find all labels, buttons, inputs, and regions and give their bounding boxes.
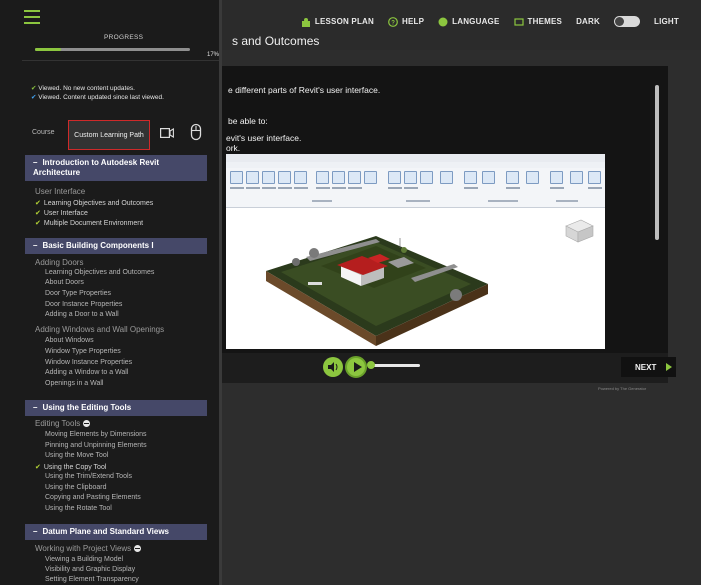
revit-screenshot — [226, 154, 605, 349]
lesson-item[interactable]: Openings in a Wall — [45, 380, 104, 387]
volume-button[interactable] — [323, 357, 343, 377]
lesson-item[interactable]: Visibility and Graphic Display — [45, 566, 135, 573]
seek-bar[interactable] — [370, 364, 420, 367]
content-text-line3: evit's user interface. — [226, 133, 302, 143]
theme-dark-label: DARK — [576, 17, 600, 26]
content-scrollbar[interactable] — [655, 85, 659, 240]
lesson-item[interactable]: ✔ Learning Objectives and Outcomes — [35, 199, 153, 207]
check-icon: ✔ — [35, 464, 41, 471]
lesson-item[interactable]: Door Instance Properties — [45, 301, 122, 308]
sidebar: PROGRESS 17% ✔ Viewed. No new content up… — [0, 0, 222, 585]
theme-toggle[interactable] — [614, 16, 640, 27]
lesson-item[interactable]: ✔ Multiple Document Environment — [35, 219, 143, 227]
lesson-item[interactable]: Adding a Window to a Wall — [45, 369, 128, 376]
check-updated-icon: ✔ — [31, 94, 37, 101]
lesson-item[interactable]: ✔ Using the Copy Tool — [35, 463, 106, 471]
lesson-item[interactable]: Pinning and Unpinning Elements — [45, 442, 147, 449]
subsection-working-with-project-views[interactable]: Working with Project Views — [35, 544, 142, 553]
themes-label: THEMES — [527, 17, 563, 26]
speaker-icon — [328, 362, 338, 372]
subsection-adding-doors[interactable]: Adding Doors — [35, 258, 83, 267]
help-link[interactable]: ? HELP — [388, 16, 425, 27]
section-basic-building-components[interactable]: – Basic Building Components I — [25, 238, 207, 254]
section-introduction[interactable]: – Introduction to Autodesk Revit Architec… — [25, 155, 207, 181]
powered-by-text: Powered by The Generator — [598, 386, 647, 391]
theme-light-label: LIGHT — [654, 17, 679, 26]
top-nav: LESSON PLAN ? HELP LANGUAGE THEMES DARK … — [301, 16, 679, 27]
next-label: NEXT — [635, 362, 657, 372]
section-title: Basic Building Components I — [42, 241, 154, 250]
collapse-icon[interactable] — [134, 545, 142, 552]
player-controls — [222, 353, 668, 383]
section-title: Using the Editing Tools — [42, 403, 132, 412]
subsection-editing-tools[interactable]: Editing Tools — [35, 419, 91, 428]
lesson-item[interactable]: Copying and Pasting Elements — [45, 494, 141, 501]
lesson-item[interactable]: Window Instance Properties — [45, 359, 132, 366]
themes-link[interactable]: THEMES — [513, 17, 563, 27]
lesson-item[interactable]: Setting Element Transparency — [45, 576, 139, 583]
lesson-item[interactable]: Using the Rotate Tool — [45, 505, 112, 512]
course-tab[interactable]: Course — [24, 124, 63, 144]
video-icon[interactable] — [160, 127, 174, 139]
lesson-item[interactable]: Learning Objectives and Outcomes — [45, 269, 154, 276]
content-text-line1: e different parts of Revit's user interf… — [228, 85, 381, 95]
lesson-item[interactable]: ✔ User Interface — [35, 209, 88, 217]
progress-label: PROGRESS — [104, 34, 144, 41]
page-title: s and Outcomes — [232, 34, 320, 48]
legend-updated-label: Viewed. Content updated since last viewe… — [38, 94, 164, 101]
section-title: Introduction to Autodesk Revit Architect… — [33, 158, 160, 177]
progress-bar — [35, 48, 190, 51]
language-label: LANGUAGE — [452, 17, 500, 26]
legend-viewed: ✔ Viewed. No new content updates. — [31, 84, 135, 92]
subsection-adding-windows[interactable]: Adding Windows and Wall Openings — [35, 325, 164, 334]
check-icon: ✔ — [31, 85, 37, 92]
next-arrow-icon — [666, 363, 673, 371]
lesson-item[interactable]: Using the Clipboard — [45, 484, 106, 491]
lesson-item[interactable]: Adding a Door to a Wall — [45, 311, 119, 318]
lesson-plan-icon — [301, 17, 310, 27]
mode-switcher: Course Custom Learning Path — [24, 120, 219, 150]
building-model-image — [266, 219, 594, 346]
menu-icon[interactable] — [24, 10, 40, 24]
lesson-plan-label: LESSON PLAN — [314, 17, 374, 26]
svg-text:?: ? — [391, 20, 395, 26]
subsection-user-interface[interactable]: User Interface — [35, 187, 85, 196]
legend-updated: ✔ Viewed. Content updated since last vie… — [31, 93, 164, 101]
help-icon: ? — [388, 16, 398, 27]
lesson-item[interactable]: Door Type Properties — [45, 290, 111, 297]
legend-viewed-label: Viewed. No new content updates. — [38, 85, 135, 92]
divider — [22, 60, 219, 61]
section-datum-plane[interactable]: – Datum Plane and Standard Views — [25, 524, 207, 540]
lesson-item[interactable]: Using the Move Tool — [45, 452, 108, 459]
mouse-icon[interactable] — [187, 123, 205, 141]
check-icon: ✔ — [35, 220, 41, 227]
lesson-item[interactable]: Viewing a Building Model — [45, 556, 123, 563]
content-text-line4: ork. — [226, 143, 241, 153]
lesson-item[interactable]: Using the Trim/Extend Tools — [45, 473, 132, 480]
collapse-icon[interactable] — [83, 420, 91, 427]
language-link[interactable]: LANGUAGE — [438, 17, 499, 27]
check-icon: ✔ — [35, 200, 41, 207]
help-label: HELP — [402, 17, 425, 26]
progress-percent: 17% — [207, 52, 220, 58]
next-button[interactable]: NEXT — [621, 357, 676, 377]
section-title: Datum Plane and Standard Views — [42, 527, 170, 536]
themes-icon — [513, 17, 524, 26]
play-button[interactable] — [345, 356, 367, 378]
custom-learning-path-tab[interactable]: Custom Learning Path — [68, 120, 150, 150]
seek-handle[interactable] — [367, 361, 375, 369]
content-text-line2: be able to: — [228, 116, 268, 126]
section-editing-tools[interactable]: – Using the Editing Tools — [25, 400, 207, 416]
lesson-item[interactable]: About Windows — [45, 337, 94, 344]
lesson-item[interactable]: Window Type Properties — [45, 348, 121, 355]
language-icon — [438, 17, 448, 26]
progress-bar-fill — [35, 48, 62, 51]
lesson-item[interactable]: About Doors — [45, 279, 84, 286]
lesson-plan-link[interactable]: LESSON PLAN — [301, 17, 374, 27]
check-icon: ✔ — [35, 210, 41, 217]
lesson-item[interactable]: Moving Elements by Dimensions — [45, 431, 147, 438]
